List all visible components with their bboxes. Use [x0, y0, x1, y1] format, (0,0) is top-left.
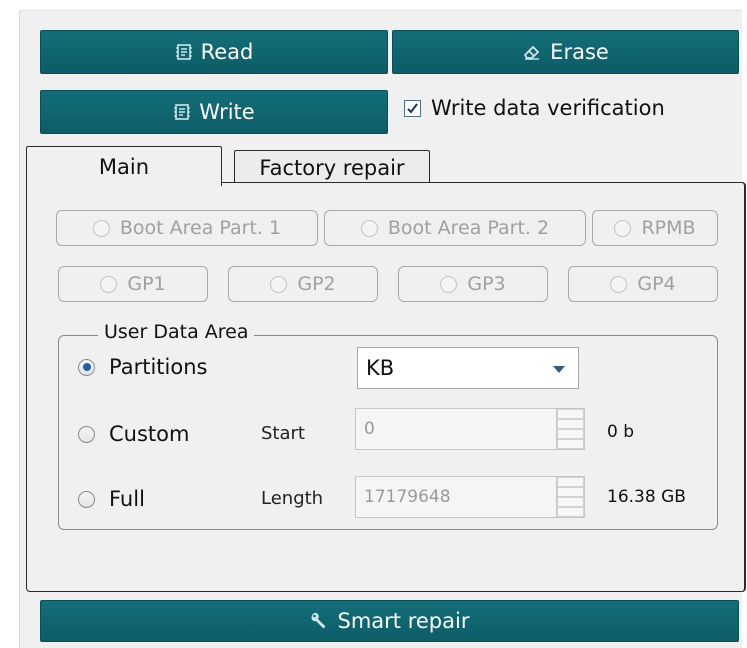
- rpmb-radio[interactable]: [614, 219, 632, 237]
- tab-main[interactable]: Main: [26, 146, 222, 186]
- start-size-value: 0 b: [607, 422, 635, 442]
- gp1-radio[interactable]: [100, 275, 118, 293]
- gp1-option[interactable]: GP1: [58, 266, 208, 302]
- boot-area-part1-option[interactable]: Boot Area Part. 1: [56, 210, 318, 246]
- gp4-option[interactable]: GP4: [568, 266, 718, 302]
- gp3-label: GP3: [467, 273, 506, 295]
- spin-up-icon[interactable]: [557, 477, 584, 497]
- gp2-radio[interactable]: [270, 275, 288, 293]
- partitions-option[interactable]: Partitions: [78, 355, 207, 379]
- smart-repair-label: Smart repair: [337, 609, 470, 633]
- boot-area-part1-label: Boot Area Part. 1: [119, 217, 282, 239]
- boot-area-part1-radio[interactable]: [92, 219, 110, 237]
- full-option[interactable]: Full: [78, 487, 145, 511]
- tab-factory-repair[interactable]: Factory repair: [234, 150, 430, 184]
- eraser-icon: [522, 43, 542, 61]
- erase-button[interactable]: Erase: [392, 30, 739, 74]
- custom-radio[interactable]: [78, 425, 95, 443]
- tab-factory-repair-label: Factory repair: [259, 155, 405, 180]
- spin-down-icon[interactable]: [557, 429, 584, 449]
- user-data-area-legend: User Data Area: [98, 321, 255, 343]
- chevron-down-icon: [553, 366, 565, 373]
- length-spinner[interactable]: [556, 477, 584, 517]
- length-label: Length: [261, 488, 324, 509]
- length-input[interactable]: 17179648: [355, 476, 585, 518]
- partitions-label: Partitions: [109, 355, 208, 379]
- start-label: Start: [261, 423, 305, 444]
- custom-label: Custom: [109, 422, 190, 446]
- length-size-value: 16.38 GB: [607, 487, 686, 507]
- gp2-label: GP2: [297, 273, 336, 295]
- write-button[interactable]: Write: [40, 90, 388, 134]
- read-button[interactable]: Read: [40, 30, 388, 74]
- partitions-radio[interactable]: [78, 358, 95, 376]
- full-radio[interactable]: [78, 490, 95, 508]
- length-input-value: 17179648: [364, 487, 451, 507]
- tab-main-label: Main: [98, 154, 150, 179]
- rpmb-option[interactable]: RPMB: [592, 210, 718, 246]
- rpmb-label: RPMB: [641, 217, 696, 239]
- start-input[interactable]: 0: [355, 408, 585, 450]
- full-label: Full: [109, 487, 145, 511]
- smart-repair-button[interactable]: Smart repair: [40, 600, 739, 642]
- gp2-option[interactable]: GP2: [228, 266, 378, 302]
- unit-select-value: KB: [366, 356, 395, 380]
- unit-select[interactable]: KB: [357, 347, 579, 389]
- read-chip-icon: [175, 43, 193, 61]
- gp1-label: GP1: [127, 273, 166, 295]
- write-chip-icon: [173, 103, 191, 121]
- start-spinner[interactable]: [556, 409, 584, 449]
- write-verification-checkbox[interactable]: [404, 99, 421, 117]
- checkmark-icon: [407, 102, 418, 114]
- boot-area-part2-radio[interactable]: [360, 219, 378, 237]
- spin-up-icon[interactable]: [557, 409, 584, 429]
- gp4-radio[interactable]: [610, 275, 628, 293]
- gp3-option[interactable]: GP3: [398, 266, 548, 302]
- gp3-radio[interactable]: [440, 275, 458, 293]
- custom-option[interactable]: Custom: [78, 422, 189, 446]
- boot-area-part2-option[interactable]: Boot Area Part. 2: [324, 210, 586, 246]
- spin-down-icon[interactable]: [557, 497, 584, 517]
- read-button-label: Read: [200, 40, 254, 64]
- write-verification-label: Write data verification: [431, 96, 665, 120]
- start-input-value: 0: [364, 419, 375, 439]
- write-button-label: Write: [199, 100, 255, 124]
- write-verification-toggle[interactable]: Write data verification: [404, 96, 665, 120]
- erase-button-label: Erase: [550, 40, 609, 64]
- boot-area-part2-label: Boot Area Part. 2: [387, 217, 550, 239]
- wrench-icon: [310, 611, 330, 631]
- gp4-label: GP4: [637, 273, 676, 295]
